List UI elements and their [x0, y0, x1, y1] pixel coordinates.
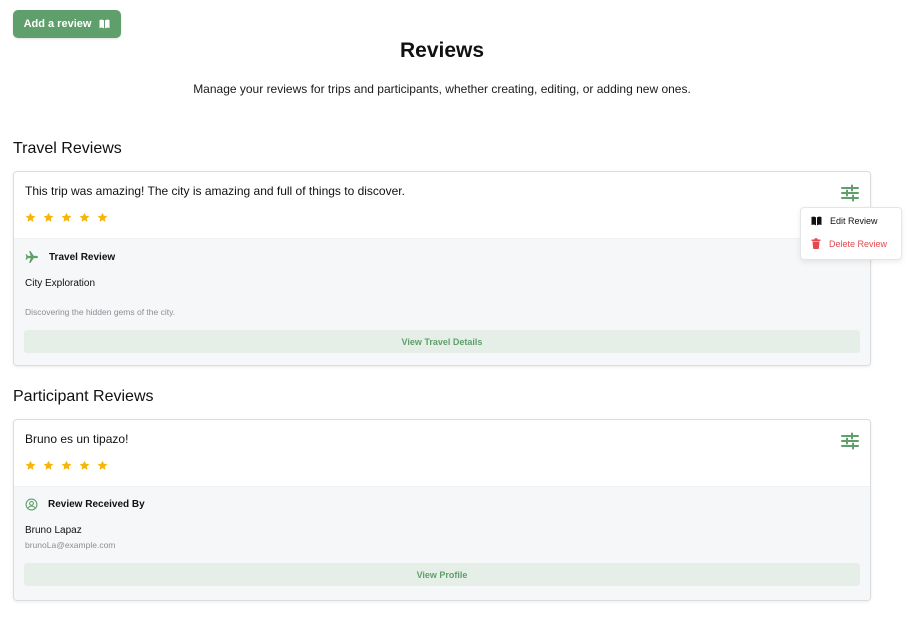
edit-review-label: Edit Review — [830, 216, 878, 226]
travel-info-panel: Travel Review City Exploration Discoveri… — [14, 238, 870, 365]
participant-name: Bruno Lapaz — [25, 525, 82, 536]
travel-name: City Exploration — [25, 278, 96, 289]
review-header: This trip was amazing! The city is amazi… — [14, 172, 870, 238]
review-settings-button[interactable] — [840, 183, 860, 203]
trash-icon — [811, 238, 821, 249]
participant-email: brunoLa@example.com — [25, 540, 116, 550]
travel-review-type-label: Travel Review — [49, 251, 116, 263]
star-icon — [79, 460, 90, 470]
review-settings-button[interactable] — [840, 431, 860, 451]
review-text: This trip was amazing! The city is amazi… — [25, 184, 405, 198]
star-icon — [43, 460, 54, 470]
view-travel-details-button[interactable]: View Travel Details — [24, 330, 860, 353]
sliders-icon — [841, 432, 859, 450]
page-description: Manage your reviews for trips and partic… — [193, 82, 691, 96]
star-icon — [61, 212, 72, 222]
star-icon — [43, 212, 54, 222]
star-icon — [79, 212, 90, 222]
participant-info-header: Review Received By — [25, 498, 145, 511]
user-circle-icon — [25, 498, 38, 511]
travel-reviews-heading: Travel Reviews — [13, 140, 122, 157]
travel-description: Discovering the hidden gems of the city. — [25, 307, 176, 317]
travel-review-card: This trip was amazing! The city is amazi… — [13, 171, 871, 366]
travel-info-header: Travel Review — [25, 250, 115, 264]
airplane-icon — [25, 251, 38, 263]
star-icon — [25, 212, 36, 222]
page-title: Reviews — [399, 39, 485, 62]
review-actions-menu: Edit Review Delete Review — [800, 207, 902, 260]
star-icon — [25, 460, 36, 470]
add-review-label: Add a review — [23, 18, 92, 30]
star-icon — [97, 460, 108, 470]
star-icon — [97, 212, 108, 222]
star-rating — [25, 460, 108, 471]
participant-reviews-heading: Participant Reviews — [13, 388, 154, 405]
delete-review-label: Delete Review — [829, 238, 888, 249]
add-review-button[interactable]: Add a review — [13, 10, 121, 38]
star-icon — [61, 460, 72, 470]
sliders-icon — [841, 184, 859, 202]
open-book-icon — [811, 216, 822, 226]
view-profile-button[interactable]: View Profile — [24, 563, 860, 586]
edit-review-menu-item[interactable]: Edit Review — [811, 216, 878, 226]
participant-info-panel: Review Received By Bruno Lapaz brunoLa@e… — [14, 486, 870, 600]
delete-review-menu-item[interactable]: Delete Review — [811, 238, 887, 249]
star-rating — [25, 212, 108, 223]
open-book-icon — [99, 19, 110, 29]
participant-review-card: Bruno es un tipazo! Review Received By B… — [13, 419, 871, 601]
review-text: Bruno es un tipazo! — [25, 432, 129, 446]
review-header: Bruno es un tipazo! — [14, 420, 870, 486]
participant-review-type-label: Review Received By — [48, 499, 145, 510]
